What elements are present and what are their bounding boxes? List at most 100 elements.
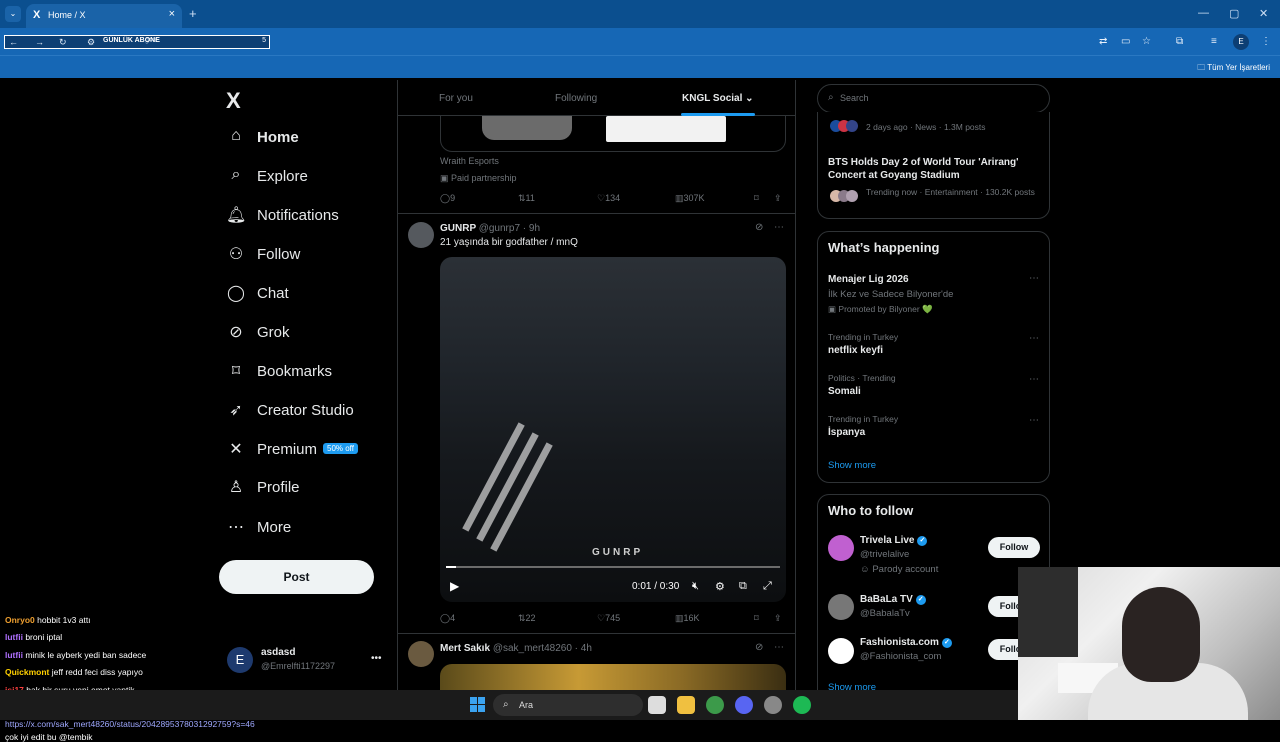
grok-icon[interactable]: ⊘ xyxy=(755,222,763,233)
spotify-icon[interactable] xyxy=(793,696,811,714)
profile-avatar[interactable]: E xyxy=(1233,34,1249,50)
picture-in-picture-icon[interactable]: ⧉ xyxy=(739,580,747,593)
show-more-link[interactable]: Show more xyxy=(828,460,876,471)
avatar[interactable] xyxy=(408,641,434,667)
reply-button[interactable]: ◯ 9 xyxy=(440,193,455,204)
tab-list-button[interactable]: ⌄ xyxy=(5,6,21,22)
tab-close-icon[interactable]: × xyxy=(169,8,175,20)
file-explorer-icon[interactable] xyxy=(677,696,695,714)
chrome-icon[interactable] xyxy=(706,696,724,714)
grok-icon[interactable]: ⊘ xyxy=(755,642,763,653)
fullscreen-icon[interactable]: ⤢ xyxy=(763,580,772,593)
home-icon: ⌂ xyxy=(231,127,241,144)
minimize-icon[interactable]: — xyxy=(1198,7,1209,19)
video-progress-fill xyxy=(446,566,457,568)
trend-name[interactable]: Somali xyxy=(828,386,861,397)
address-bar[interactable]: ← → ↻ ⚙ g=tr GÜNLÜK ABONE 5 xyxy=(4,35,270,49)
browser-tab[interactable]: X Home / X × xyxy=(26,4,182,28)
forward-icon[interactable]: → xyxy=(35,36,44,48)
account-name: asdasd xyxy=(261,647,296,658)
discord-icon[interactable] xyxy=(735,696,753,714)
cast-icon[interactable]: ▭ xyxy=(1121,36,1130,47)
reply-count: 4 xyxy=(450,613,456,623)
menu-icon[interactable]: ⋮ xyxy=(1261,36,1271,47)
chat-icon: ◯ xyxy=(227,285,245,302)
repost-button[interactable]: ⇅ 22 xyxy=(518,613,536,624)
post-button[interactable]: Post xyxy=(219,560,374,594)
back-icon[interactable]: ← xyxy=(9,36,18,48)
maximize-icon[interactable]: ▢ xyxy=(1229,7,1239,20)
taskbar-search[interactable]: ⌕ Ara xyxy=(493,694,643,716)
tab-for-you[interactable]: For you xyxy=(439,93,473,104)
repost-count: 22 xyxy=(525,613,536,623)
bookmark-icon[interactable]: ⌑ xyxy=(754,193,759,204)
post-media-thumbnail[interactable] xyxy=(440,664,786,690)
repost-button[interactable]: ⇅ 11 xyxy=(518,193,535,204)
like-button[interactable]: ♡ 134 xyxy=(597,193,620,204)
video-watermark: GUNRP xyxy=(592,547,644,558)
promo-title[interactable]: Menajer Lig 2026 xyxy=(828,274,909,285)
x-logo-icon[interactable]: X xyxy=(226,88,241,114)
chat-username: Onryo0 xyxy=(5,615,35,625)
task-view-icon[interactable] xyxy=(648,696,666,714)
trend-name[interactable]: netflix keyfi xyxy=(828,345,883,356)
translate-icon[interactable]: ⇄ xyxy=(1099,36,1107,47)
views-button[interactable]: ▥ 16K xyxy=(675,613,700,624)
share-icon[interactable]: ⇪ xyxy=(774,613,782,624)
media-icon[interactable]: ≡ xyxy=(1211,36,1217,47)
share-icon[interactable]: ⇪ xyxy=(774,193,782,204)
bell-icon: 🔔︎ xyxy=(226,207,247,224)
follow-suggestion-name[interactable]: BaBaLa TV ✓ xyxy=(860,594,926,605)
like-button[interactable]: ♡ 745 xyxy=(597,613,620,624)
browser-tab-bar: ⌄ X Home / X × + — ▢ ✕ xyxy=(0,0,1280,28)
browser-toolbar: ← → ↻ ⚙ g=tr GÜNLÜK ABONE 5 ⇄ ▭ ☆ ⧉ ≡ E … xyxy=(0,28,1280,55)
video-progress-bar[interactable] xyxy=(446,566,780,568)
more-icon[interactable]: ⋯ xyxy=(774,222,784,233)
new-tab-button[interactable]: + xyxy=(189,6,197,21)
windows-start-icon[interactable] xyxy=(470,697,485,712)
more-icon[interactable]: ⋯ xyxy=(1029,374,1039,385)
tab-kngl-social[interactable]: KNGL Social ⌄ xyxy=(682,93,754,104)
follow-suggestion-name[interactable]: Trivela Live ✓ xyxy=(860,535,928,546)
more-icon[interactable]: ⋯ xyxy=(774,642,784,653)
search-input[interactable]: ⌕ Search xyxy=(817,84,1050,113)
ad-advertiser[interactable]: Wraith Esports xyxy=(440,156,499,166)
avatar[interactable] xyxy=(828,594,854,620)
trend-name[interactable]: İspanya xyxy=(828,427,865,438)
nav-notifications-label: Notifications xyxy=(257,207,339,224)
mute-icon[interactable]: 🔇︎ xyxy=(692,580,699,593)
avatar[interactable] xyxy=(828,638,854,664)
more-icon[interactable]: ⋯ xyxy=(1029,273,1039,284)
nav-explore-label: Explore xyxy=(257,168,308,185)
person-icon: ♙ xyxy=(228,479,244,496)
video-player[interactable]: GUNRP ▶ 0:01 / 0:30 🔇︎ ⚙ ⧉ ⤢ xyxy=(440,257,786,602)
reload-icon[interactable]: ↻ xyxy=(59,36,67,48)
chat-text: minik le ayberk yedi ban sadece xyxy=(25,650,147,660)
site-info-icon[interactable]: ⚙ xyxy=(87,36,95,48)
bookmark-icon[interactable]: ⌑ xyxy=(754,613,759,624)
follow-suggestion-name[interactable]: Fashionista.com ✓ xyxy=(860,637,952,648)
news-headline[interactable]: BTS Holds Day 2 of World Tour 'Arirang' … xyxy=(828,156,1043,182)
trend-context: Politics · Trending xyxy=(828,373,896,383)
post-author[interactable]: Mert Sakık @sak_mert48260 · 4h xyxy=(440,643,592,654)
avatar[interactable] xyxy=(828,535,854,561)
nav-creator-studio-label: Creator Studio xyxy=(257,402,354,419)
avatar[interactable] xyxy=(408,222,434,248)
more-icon[interactable]: ••• xyxy=(371,653,382,664)
close-window-icon[interactable]: ✕ xyxy=(1259,7,1268,20)
more-icon[interactable]: ⋯ xyxy=(1029,415,1039,426)
reply-button[interactable]: ◯ 4 xyxy=(440,613,455,624)
tab-following[interactable]: Following xyxy=(555,93,597,104)
app-icon[interactable] xyxy=(764,696,782,714)
account-switcher[interactable]: E asdasd @Emrelfti1172297 ••• xyxy=(227,645,387,677)
post-author[interactable]: GUNRP @gunrp7 · 9h xyxy=(440,223,540,234)
extensions-icon[interactable]: ⧉ xyxy=(1176,36,1183,47)
more-icon[interactable]: ⋯ xyxy=(1029,333,1039,344)
settings-icon[interactable]: ⚙ xyxy=(715,580,725,593)
play-icon[interactable]: ▶ xyxy=(450,579,459,593)
star-icon[interactable]: ☆ xyxy=(1142,36,1151,47)
all-bookmarks-button[interactable]: 🗀 Tüm Yer İşaretleri xyxy=(1197,62,1270,76)
views-button[interactable]: ▥ 307K xyxy=(675,193,705,204)
follow-button[interactable]: Follow xyxy=(988,537,1040,558)
timeline-tabs: For you Following KNGL Social ⌄ xyxy=(398,80,795,116)
